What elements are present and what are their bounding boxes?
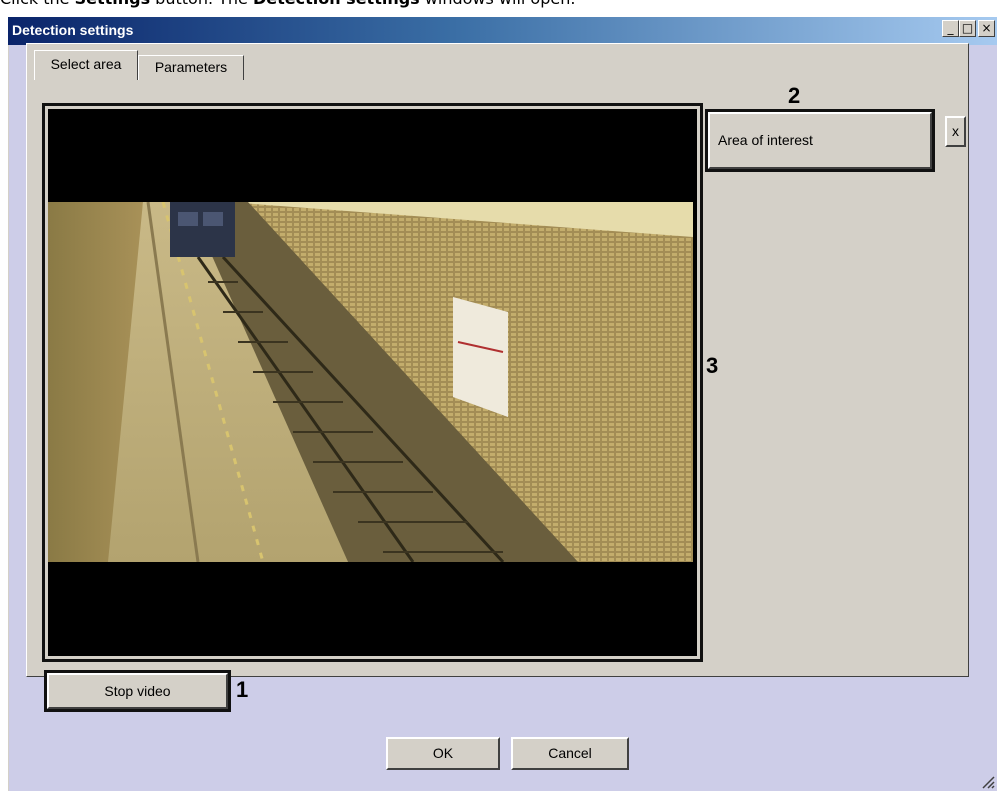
caption-text: windows will open. (420, 0, 576, 8)
area-of-interest-button[interactable]: Area of interest (708, 112, 932, 169)
tab-select-area[interactable]: Select area (34, 50, 138, 80)
video-canvas[interactable] (48, 109, 697, 656)
resize-grip-icon[interactable] (979, 773, 995, 789)
close-button[interactable]: × (978, 20, 995, 37)
ok-button[interactable]: OK (386, 737, 500, 770)
caption-text: button. The (150, 0, 253, 8)
remove-area-button[interactable]: x (945, 116, 966, 147)
callout-1: 1 (236, 677, 249, 702)
camera-feed-image (48, 202, 693, 562)
callout-3: 3 (706, 353, 719, 378)
stop-video-button[interactable]: Stop video (47, 673, 228, 709)
window-title: Detection settings (12, 22, 134, 38)
caption-text: Click the (0, 0, 75, 8)
cancel-button[interactable]: Cancel (511, 737, 629, 770)
minimize-button[interactable]: _ (942, 20, 959, 37)
caption-settings-word: Settings (75, 0, 151, 8)
callout-2: 2 (788, 83, 801, 108)
tab-parameters[interactable]: Parameters (138, 55, 244, 80)
video-preview[interactable] (42, 103, 703, 662)
title-bar[interactable]: Detection settings _ □ × (8, 17, 997, 45)
caption-window-word: Detection settings (253, 0, 420, 8)
document-caption: Click the Settings button. The Detection… (0, 0, 997, 9)
subway-platform-image (48, 202, 693, 562)
maximize-button[interactable]: □ (959, 20, 976, 37)
